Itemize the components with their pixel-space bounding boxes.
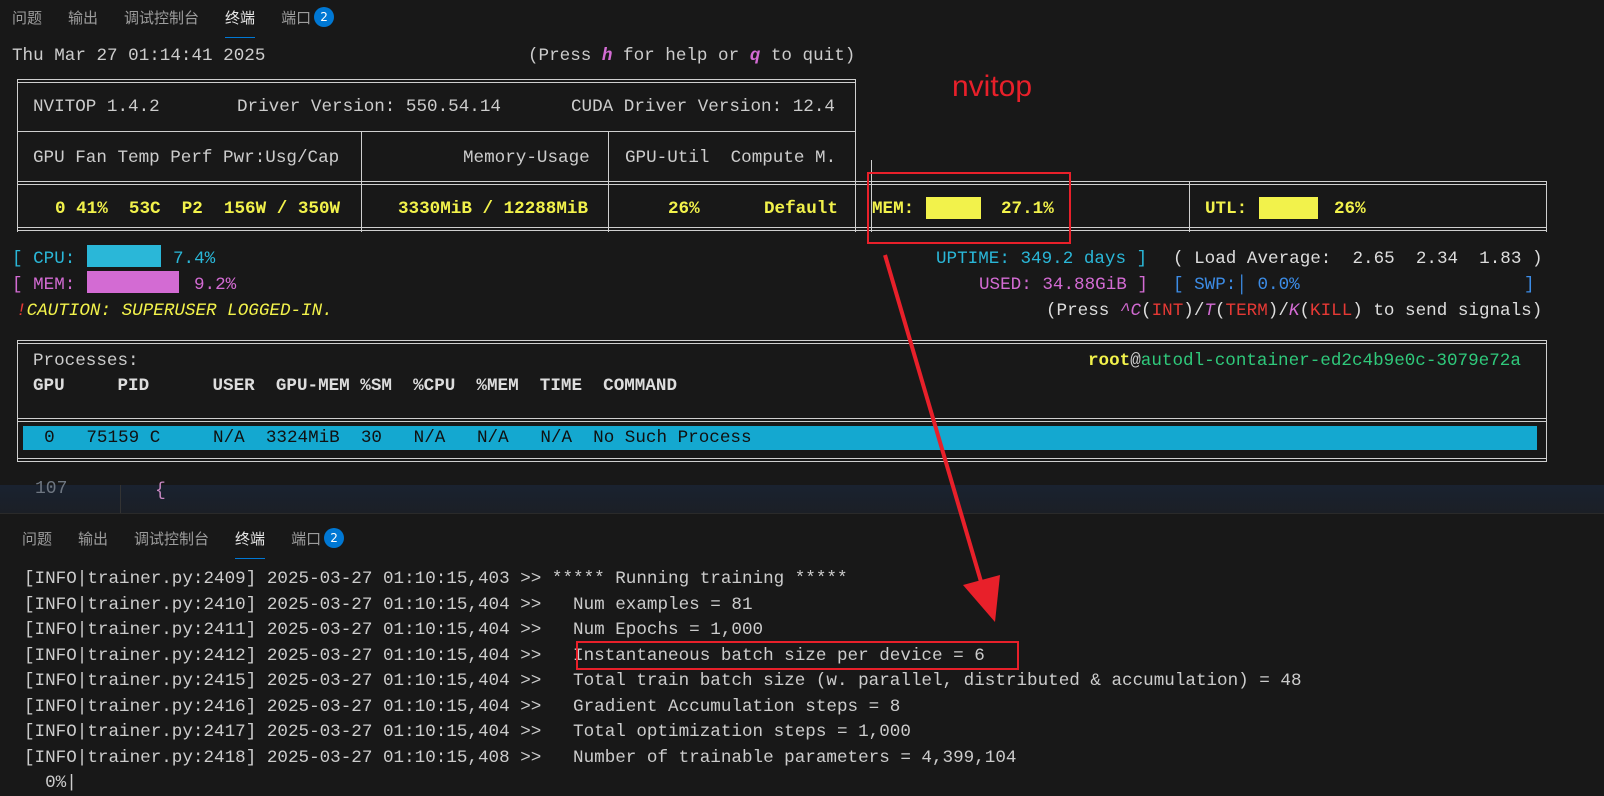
- arrow-icon: [883, 254, 1000, 622]
